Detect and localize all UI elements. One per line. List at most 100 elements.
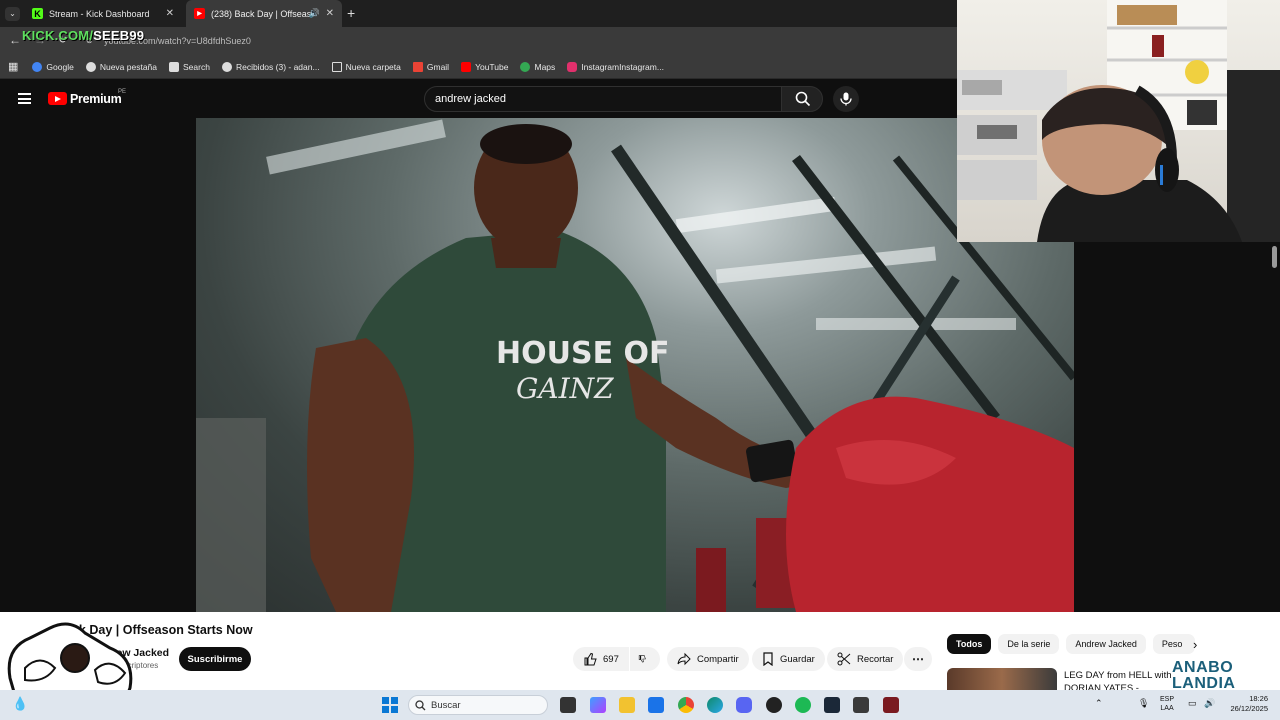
subscribe-button[interactable]: Suscribirme — [179, 647, 251, 671]
bookmark-item[interactable]: Search — [169, 61, 210, 72]
more-actions-button[interactable]: ⋯ — [904, 647, 932, 671]
search-input[interactable]: andrew jacked — [435, 93, 506, 105]
recommendation-thumbnail[interactable] — [947, 668, 1057, 690]
network-icon[interactable]: ▭ — [1188, 698, 1197, 709]
gmail-icon — [412, 61, 423, 72]
back-arrow-icon[interactable]: ← — [9, 33, 21, 47]
menu-icon[interactable] — [18, 93, 31, 104]
kick-username-text: SEEB99 — [93, 28, 145, 43]
tab-youtube-video[interactable]: ▶ (238) Back Day | Offseason 🔊 ✕ — [186, 0, 342, 27]
search-icon — [795, 91, 811, 107]
bookmark-label: Nueva pestaña — [99, 61, 158, 72]
microphone-icon[interactable]: 🎙 — [1138, 698, 1149, 709]
copilot-icon[interactable] — [590, 697, 606, 713]
taskbar-search-placeholder: Buscar — [431, 700, 461, 711]
bookmark-label: YouTube — [475, 61, 509, 72]
discord-icon[interactable] — [736, 697, 752, 713]
bookmark-label: Search — [183, 61, 210, 72]
weather-icon[interactable]: 💧 — [12, 696, 28, 712]
bookmark-item[interactable]: InstagramInstagram... — [567, 61, 664, 72]
scrollbar[interactable] — [1268, 242, 1280, 612]
video-frame-gym-scene: HOUSE OF GAINZ — [196, 119, 1074, 612]
youtube-premium-logo[interactable]: Premium — [70, 92, 122, 106]
bookmark-label: Recibidos (3) - adan... — [235, 61, 320, 72]
spotify-icon[interactable] — [795, 697, 811, 713]
tab-kick-dashboard[interactable]: K Stream - Kick Dashboard ✕ — [24, 0, 182, 27]
clock-time: 18:26 — [1249, 694, 1268, 703]
chip-all[interactable]: Todos — [947, 634, 992, 654]
bookmark-item[interactable]: Nueva carpeta — [331, 61, 401, 72]
share-label: Compartir — [697, 653, 739, 665]
thumbs-up-icon — [584, 652, 597, 666]
input-language[interactable]: ESP LAA — [1160, 695, 1174, 713]
store-icon[interactable] — [648, 697, 664, 713]
share-icon — [677, 652, 691, 666]
search-box[interactable]: andrew jacked — [424, 86, 782, 112]
scrollbar-thumb[interactable] — [1272, 246, 1277, 268]
tab-list-chevron-icon[interactable]: ⌄ — [5, 7, 20, 21]
new-tab-button[interactable]: + — [347, 5, 355, 21]
bookmark-item[interactable]: Google — [32, 61, 74, 72]
volume-icon[interactable]: 🔊 — [1204, 698, 1215, 709]
clock-date: 26/12/2025 — [1230, 704, 1268, 713]
windows-start-icon[interactable] — [382, 697, 398, 713]
microphone-icon — [840, 92, 852, 106]
system-clock[interactable]: 18:26 26/12/2025 — [1222, 694, 1268, 714]
tab-label: Stream - Kick Dashboard — [49, 8, 150, 19]
webcam-overlay — [957, 0, 1280, 242]
like-button[interactable]: 697 — [573, 647, 629, 671]
voice-search-button[interactable] — [833, 86, 859, 112]
brand-line-1: ANABO — [1172, 659, 1234, 676]
chevron-right-icon[interactable]: › — [1193, 637, 1197, 652]
share-button[interactable]: Compartir — [667, 647, 749, 671]
chip-channel[interactable]: Andrew Jacked — [1066, 634, 1146, 654]
bookmark-item[interactable]: Nueva pestaña — [85, 61, 158, 72]
search-button[interactable] — [781, 86, 823, 112]
globe-icon — [85, 61, 96, 72]
youtube-icon — [461, 61, 472, 72]
dislike-button[interactable] — [630, 647, 660, 671]
video-player[interactable]: HOUSE OF GAINZ — [196, 118, 1074, 612]
bookmark-item[interactable]: YouTube — [461, 61, 509, 72]
taskbar-search[interactable]: Buscar — [408, 695, 548, 715]
edge-icon[interactable] — [707, 697, 723, 713]
steam-icon[interactable] — [824, 697, 840, 713]
file-explorer-icon[interactable] — [619, 697, 635, 713]
kick-icon: K — [32, 8, 43, 19]
task-view-icon[interactable] — [560, 697, 576, 713]
save-button[interactable]: Guardar — [752, 647, 825, 671]
chevron-up-icon[interactable]: ⌃ — [1095, 698, 1103, 709]
windows-taskbar: 💧 Buscar ⌃ 🎙 ESP LAA ▭ 🔊 18:26 26/12/202… — [0, 690, 1280, 720]
app-icon[interactable] — [883, 697, 899, 713]
youtube-logo-icon[interactable] — [48, 92, 67, 105]
obs-icon[interactable] — [766, 697, 782, 713]
speaker-icon[interactable]: 🔊 — [309, 8, 320, 19]
kick-channel-overlay: KICK.COM/SEEB99 — [22, 28, 144, 43]
shirt-logo-text: HOUSE OF — [496, 336, 670, 371]
close-icon[interactable]: ✕ — [326, 8, 334, 19]
sidebar-blank-area — [1074, 242, 1268, 612]
bookmark-item[interactable]: Recibidos (3) - adan... — [221, 61, 320, 72]
anabolandia-watermark: ANABO LANDIA — [1172, 660, 1235, 692]
chip-peso[interactable]: Peso — [1152, 634, 1195, 654]
instagram-icon — [567, 61, 578, 72]
recommendation-chips: Todos De la serie Andrew Jacked Peso — [947, 634, 1202, 654]
app-icon[interactable] — [853, 697, 869, 713]
thumbs-down-icon — [638, 655, 646, 663]
bookmark-item[interactable]: Maps — [520, 61, 556, 72]
bookmark-item[interactable]: Gmail — [412, 61, 450, 72]
search-icon — [415, 700, 426, 711]
bookmark-label: Gmail — [426, 61, 450, 72]
bookmark-label: InstagramInstagram... — [581, 61, 664, 72]
chrome-icon[interactable] — [678, 697, 694, 713]
apps-grid-icon[interactable]: ▦ — [8, 60, 18, 73]
bookmark-label: Maps — [534, 61, 556, 72]
webcam-frame — [957, 0, 1280, 242]
chip-series[interactable]: De la serie — [998, 634, 1060, 654]
close-icon[interactable]: ✕ — [166, 8, 174, 19]
video-info-panel: Back Day | Offseason Starts Now Andrew J… — [0, 612, 1280, 707]
clip-button[interactable]: Recortar — [827, 647, 904, 671]
scissors-icon — [837, 652, 851, 666]
bookmark-label: Nueva carpeta — [345, 61, 401, 72]
bookmark-label: Google — [46, 61, 74, 72]
